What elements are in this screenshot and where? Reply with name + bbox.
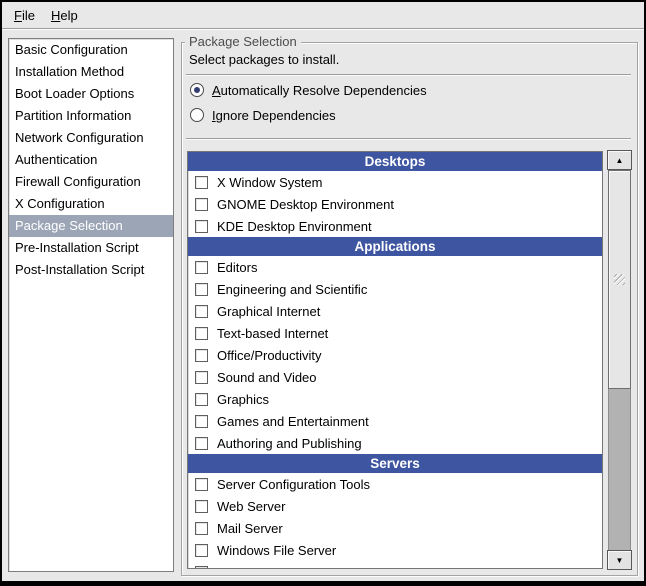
menu-file-label: ile <box>22 8 35 23</box>
sidebar-item-basic-configuration[interactable]: Basic Configuration <box>9 39 173 61</box>
package-row-x-window-system[interactable]: X Window System <box>188 171 602 193</box>
sidebar-item-authentication[interactable]: Authentication <box>9 149 173 171</box>
package-row-authoring-publishing[interactable]: Authoring and Publishing <box>188 432 602 454</box>
sidebar-item-boot-loader-options[interactable]: Boot Loader Options <box>9 83 173 105</box>
separator <box>186 138 631 140</box>
sidebar-item-installation-method[interactable]: Installation Method <box>9 61 173 83</box>
sidebar-list: Basic Configuration Installation Method … <box>8 38 174 572</box>
checkbox-icon[interactable] <box>195 261 208 274</box>
package-row-server-configuration-tools[interactable]: Server Configuration Tools <box>188 473 602 495</box>
checkbox-icon[interactable] <box>195 283 208 296</box>
radio-mnemonic: A <box>212 83 221 98</box>
radio-label-rest: gnore Dependencies <box>216 108 336 123</box>
package-label: Server Configuration Tools <box>217 477 370 492</box>
checkbox-icon[interactable] <box>195 522 208 535</box>
radio-label-rest: utomatically Resolve Dependencies <box>221 83 427 98</box>
package-row-partial[interactable] <box>188 561 602 569</box>
package-label: GNOME Desktop Environment <box>217 197 394 212</box>
checkbox-icon[interactable] <box>195 415 208 428</box>
scrollbar-track[interactable] <box>608 170 631 550</box>
sidebar-item-partition-information[interactable]: Partition Information <box>9 105 173 127</box>
group-header-servers: Servers <box>188 454 602 473</box>
sidebar-item-x-configuration[interactable]: X Configuration <box>9 193 173 215</box>
package-selection-frame: Package Selection Select packages to ins… <box>181 42 638 576</box>
checkbox-icon[interactable] <box>195 500 208 513</box>
group-header-applications: Applications <box>188 237 602 256</box>
scroll-down-button[interactable]: ▼ <box>607 550 632 570</box>
scroll-up-button[interactable]: ▲ <box>607 150 632 170</box>
menubar: File Help <box>2 2 644 28</box>
checkbox-icon[interactable] <box>195 478 208 491</box>
package-label: Office/Productivity <box>217 348 322 363</box>
checkbox-icon[interactable] <box>195 371 208 384</box>
sidebar-item-network-configuration[interactable]: Network Configuration <box>9 127 173 149</box>
package-label: Graphical Internet <box>217 304 320 319</box>
package-label: Web Server <box>217 499 285 514</box>
package-label: Editors <box>217 260 257 275</box>
menu-help-label: elp <box>60 8 77 23</box>
group-header-desktops: Desktops <box>188 152 602 171</box>
checkbox-icon[interactable] <box>195 198 208 211</box>
package-row-graphics[interactable]: Graphics <box>188 388 602 410</box>
radio-button-icon[interactable] <box>190 108 204 122</box>
package-row-games-entertainment[interactable]: Games and Entertainment <box>188 410 602 432</box>
sidebar-item-post-installation-script[interactable]: Post-Installation Script <box>9 259 173 281</box>
checkbox-icon[interactable] <box>195 437 208 450</box>
package-row-web-server[interactable]: Web Server <box>188 495 602 517</box>
menu-file-mnemonic: F <box>14 8 22 23</box>
package-label: Games and Entertainment <box>217 414 369 429</box>
sidebar-item-pre-installation-script[interactable]: Pre-Installation Script <box>9 237 173 259</box>
screenshot-root: File Help Basic Configuration Installati… <box>0 0 646 586</box>
package-row-sound-and-video[interactable]: Sound and Video <box>188 366 602 388</box>
checkbox-icon[interactable] <box>195 176 208 189</box>
sidebar-item-firewall-configuration[interactable]: Firewall Configuration <box>9 171 173 193</box>
scrollbar-thumb[interactable] <box>608 170 631 389</box>
package-row-mail-server[interactable]: Mail Server <box>188 517 602 539</box>
checkbox-icon[interactable] <box>195 220 208 233</box>
radio-label: Automatically Resolve Dependencies <box>212 83 427 98</box>
radio-button-icon[interactable] <box>190 83 204 97</box>
radio-label: Ignore Dependencies <box>212 108 336 123</box>
vertical-scrollbar: ▲ ▼ <box>607 150 632 570</box>
menu-file[interactable]: File <box>6 4 43 27</box>
radio-ignore-dependencies[interactable]: Ignore Dependencies <box>190 104 336 126</box>
checkbox-icon[interactable] <box>195 305 208 318</box>
arrow-up-icon: ▲ <box>616 156 624 165</box>
package-label: KDE Desktop Environment <box>217 219 372 234</box>
checkbox-icon[interactable] <box>195 349 208 362</box>
menubar-separator <box>2 28 644 30</box>
package-label: Engineering and Scientific <box>217 282 367 297</box>
arrow-down-icon: ▼ <box>616 556 624 565</box>
package-label: Mail Server <box>217 521 283 536</box>
package-row-windows-file-server[interactable]: Windows File Server <box>188 539 602 561</box>
checkbox-icon[interactable] <box>195 327 208 340</box>
separator <box>186 74 631 76</box>
checkbox-icon[interactable] <box>195 393 208 406</box>
package-label: Windows File Server <box>217 543 336 558</box>
checkbox-icon[interactable] <box>195 544 208 557</box>
menu-help[interactable]: Help <box>43 4 86 27</box>
package-label: Sound and Video <box>217 370 317 385</box>
package-row-graphical-internet[interactable]: Graphical Internet <box>188 300 602 322</box>
sidebar-item-package-selection[interactable]: Package Selection <box>9 215 173 237</box>
checkbox-icon[interactable] <box>195 566 208 570</box>
package-row-text-based-internet[interactable]: Text-based Internet <box>188 322 602 344</box>
package-row-office-productivity[interactable]: Office/Productivity <box>188 344 602 366</box>
package-row-engineering-scientific[interactable]: Engineering and Scientific <box>188 278 602 300</box>
package-label: X Window System <box>217 175 322 190</box>
package-label: Text-based Internet <box>217 326 328 341</box>
package-row-gnome-desktop[interactable]: GNOME Desktop Environment <box>188 193 602 215</box>
package-row-kde-desktop[interactable]: KDE Desktop Environment <box>188 215 602 237</box>
app-window: File Help Basic Configuration Installati… <box>2 2 644 581</box>
menu-help-mnemonic: H <box>51 8 60 23</box>
package-label: Graphics <box>217 392 269 407</box>
package-label: Authoring and Publishing <box>217 436 362 451</box>
instruction-text: Select packages to install. <box>189 52 339 67</box>
package-row-editors[interactable]: Editors <box>188 256 602 278</box>
radio-auto-resolve-dependencies[interactable]: Automatically Resolve Dependencies <box>190 79 427 101</box>
package-list: Desktops X Window System GNOME Desktop E… <box>187 151 603 569</box>
frame-title: Package Selection <box>185 34 301 49</box>
